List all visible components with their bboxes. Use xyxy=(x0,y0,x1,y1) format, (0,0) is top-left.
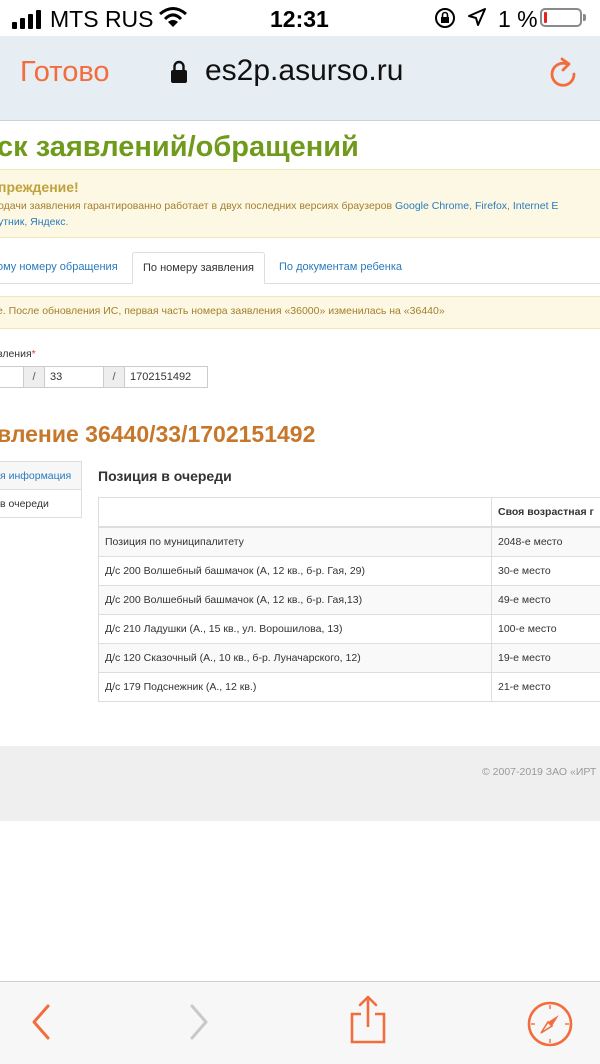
side-menu-queue-position[interactable]: в очереди xyxy=(0,489,82,518)
table-cell-name: Д/с 179 Подснежник (А., 12 кв.) xyxy=(99,673,492,702)
browser-warning: преждение! одачи заявления гарантированн… xyxy=(0,169,600,238)
table-cell-place: 30-е место xyxy=(492,557,600,586)
warning-text-line1: одачи заявления гарантированно работает … xyxy=(0,200,558,212)
table-row: Д/с 210 Ладушки (А., 15 кв., ул. Ворошил… xyxy=(99,615,600,644)
link-internet-explorer[interactable]: Internet E xyxy=(513,200,559,212)
link-google-chrome[interactable]: Google Chrome xyxy=(395,200,469,212)
url-field[interactable]: es2p.asurso.ru xyxy=(205,54,403,88)
browser-nav-bar: Готово es2p.asurso.ru xyxy=(0,36,600,121)
tab-by-application-number[interactable]: По номеру заявления xyxy=(132,252,265,284)
warning-text: одачи заявления гарантированно работает … xyxy=(0,200,395,212)
location-icon xyxy=(467,7,487,27)
page-footer: © 2007-2019 ЗАО «ИРТ xyxy=(0,746,600,821)
status-bar: MTS RUS 12:31 1 % xyxy=(0,0,600,36)
table-row: Позиция по муниципалитету 2048-е место xyxy=(99,527,600,557)
page-title: ск заявлений/обращений xyxy=(0,131,359,164)
tab-by-child-documents[interactable]: По документам ребенка xyxy=(279,252,402,282)
queue-section-title: Позиция в очереди xyxy=(98,468,232,484)
number-separator-1: / xyxy=(23,366,45,388)
table-row: Д/с 200 Волшебный башмачок (А, 12 кв., б… xyxy=(99,557,600,586)
field-label-text: вления xyxy=(0,348,32,360)
orientation-lock-icon xyxy=(434,7,456,29)
application-number-part1-input[interactable] xyxy=(0,366,24,388)
browser-toolbar xyxy=(0,981,600,1064)
required-mark: * xyxy=(32,348,36,360)
table-cell-name: Д/с 120 Сказочный (А., 10 кв., б-р. Луна… xyxy=(99,644,492,673)
table-cell-name: Д/с 210 Ладушки (А., 15 кв., ул. Ворошил… xyxy=(99,615,492,644)
copyright-text: © 2007-2019 ЗАО «ИРТ xyxy=(482,766,596,778)
number-separator-2: / xyxy=(103,366,125,388)
table-row: Д/с 120 Сказочный (А., 10 кв., б-р. Луна… xyxy=(99,644,600,673)
page-content: ск заявлений/обращений преждение! одачи … xyxy=(0,121,600,981)
table-header-age-group: Своя возрастная г xyxy=(492,498,600,528)
share-icon[interactable] xyxy=(348,994,388,1046)
table-cell-place: 19-е место xyxy=(492,644,600,673)
search-tabs: ому номеру обращения По номеру заявления… xyxy=(0,252,600,284)
table-cell-place: 2048-е место xyxy=(492,527,600,557)
notice-text: е. После обновления ИС, первая часть ном… xyxy=(0,305,445,317)
back-icon[interactable] xyxy=(28,1002,54,1042)
reload-icon[interactable] xyxy=(548,56,580,90)
table-cell-place: 21-е место xyxy=(492,673,600,702)
number-change-notice: е. После обновления ИС, первая часть ном… xyxy=(0,296,600,329)
table-cell-place: 100-е место xyxy=(492,615,600,644)
carrier-label: MTS RUS xyxy=(50,6,154,33)
side-menu-general-info[interactable]: я информация xyxy=(0,461,82,490)
battery-icon xyxy=(540,8,582,27)
battery-tip xyxy=(583,14,586,21)
table-row: Д/с 179 Подснежник (А., 12 кв.) 21-е мес… xyxy=(99,673,600,702)
wifi-icon xyxy=(158,6,188,28)
tab-by-request-number[interactable]: ому номеру обращения xyxy=(0,252,118,282)
queue-table: Своя возрастная г Позиция по муниципалит… xyxy=(98,497,600,702)
application-number-part2-input[interactable]: 33 xyxy=(44,366,104,388)
link-sputnik[interactable]: утник xyxy=(0,216,24,228)
application-side-menu: я информация в очереди xyxy=(0,462,82,518)
application-title: вление 36440/33/1702151492 xyxy=(0,421,315,448)
table-cell-name: Д/с 200 Волшебный башмачок (А, 12 кв., б… xyxy=(99,557,492,586)
link-yandex[interactable]: Яндекс xyxy=(30,216,65,228)
table-cell-place: 49-е место xyxy=(492,586,600,615)
table-row: Д/с 200 Волшебный башмачок (А, 12 кв., б… xyxy=(99,586,600,615)
table-cell-name: Д/с 200 Волшебный башмачок (А, 12 кв., б… xyxy=(99,586,492,615)
clock: 12:31 xyxy=(270,6,329,33)
application-number-label: вления* xyxy=(0,348,36,360)
warning-title: преждение! xyxy=(0,179,79,195)
warning-text-line2: утник, Яндекс. xyxy=(0,216,68,228)
link-firefox[interactable]: Firefox xyxy=(475,200,507,212)
signal-icon xyxy=(12,10,41,29)
battery-percent: 1 % xyxy=(498,6,538,33)
done-button[interactable]: Готово xyxy=(20,56,110,89)
safari-compass-icon[interactable] xyxy=(526,1000,574,1048)
table-header-empty xyxy=(99,498,492,528)
application-number-part3-input[interactable]: 1702151492 xyxy=(124,366,208,388)
table-header-row: Своя возрастная г xyxy=(99,498,600,528)
table-cell-name: Позиция по муниципалитету xyxy=(99,527,492,557)
forward-icon[interactable] xyxy=(186,1002,212,1042)
lock-icon xyxy=(170,60,188,84)
